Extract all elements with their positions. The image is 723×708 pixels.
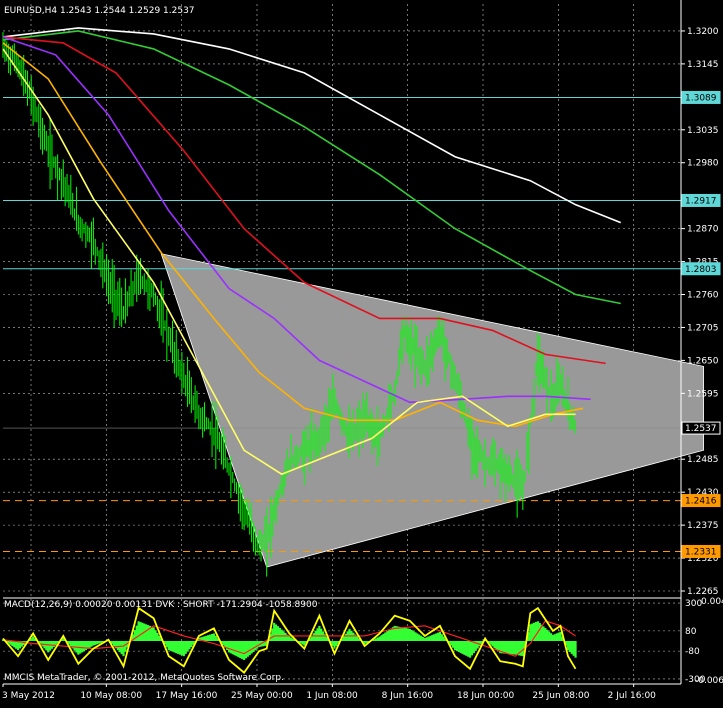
price-tick-label-3: 1.2980: [687, 159, 719, 169]
indicator-label: MACD(12,26,9) 0.00020 0.00131 DVK : SHOR…: [4, 600, 318, 610]
price-tick-label-8: 1.2650: [687, 356, 719, 366]
price-tick-label-0: 1.3200: [687, 27, 719, 37]
indicator-tick-label-1: 80: [685, 627, 697, 637]
price-tag-label-1: 1.2917: [685, 196, 717, 206]
price-tick-label-4: 1.2870: [687, 225, 719, 235]
price-tag-label-0: 1.3089: [685, 93, 717, 103]
price-tick-label-7: 1.2705: [687, 323, 719, 333]
price-tick-label-2: 1.3035: [687, 126, 719, 136]
chart-svg[interactable]: 1.32001.31451.30351.29801.28701.28151.27…: [0, 0, 723, 704]
price-tag-label-2: 1.2803: [685, 265, 717, 275]
price-tick-label-1: 1.3145: [687, 60, 719, 70]
price-tick-label-14: 1.2265: [687, 587, 719, 597]
time-tick-label-3: 25 May 00:00: [231, 691, 293, 701]
price-tag-label-3: 1.2537: [685, 424, 717, 434]
time-tick-label-4: 1 Jun 08:00: [306, 691, 358, 701]
time-tick-label-6: 18 Jun 00:00: [457, 691, 514, 701]
indicator-max-label: 0.00459: [701, 597, 723, 607]
price-tick-label-12: 1.2375: [687, 521, 719, 531]
copyright-text: MMCIS MetaTrader, © 2001-2012, MetaQuote…: [4, 673, 284, 683]
price-tick-label-10: 1.2485: [687, 455, 719, 465]
price-tag-label-5: 1.2331: [685, 547, 717, 557]
time-tick-label-1: 10 May 08:00: [80, 691, 142, 701]
trading-chart[interactable]: 1.32001.31451.30351.29801.28701.28151.27…: [0, 0, 723, 704]
time-tick-label-7: 25 Jun 08:00: [532, 691, 589, 701]
indicator-min-label: -0.00695: [695, 676, 723, 686]
time-tick-label-0: 3 May 2012: [2, 691, 55, 701]
time-tick-label-5: 8 Jun 16:00: [382, 691, 434, 701]
indicator-tick-label-0: 300: [685, 599, 702, 609]
time-tick-label-2: 17 May 16:00: [156, 691, 218, 701]
indicator-tick-label-2: -80: [685, 647, 700, 657]
price-tick-label-9: 1.2595: [687, 389, 719, 399]
price-tag-label-4: 1.2416: [685, 497, 717, 507]
chart-title: EURUSD,H4 1.2543 1.2544 1.2529 1.2537: [4, 6, 195, 16]
time-tick-label-8: 2 Jul 16:00: [608, 691, 657, 701]
price-tick-label-6: 1.2760: [687, 291, 719, 301]
